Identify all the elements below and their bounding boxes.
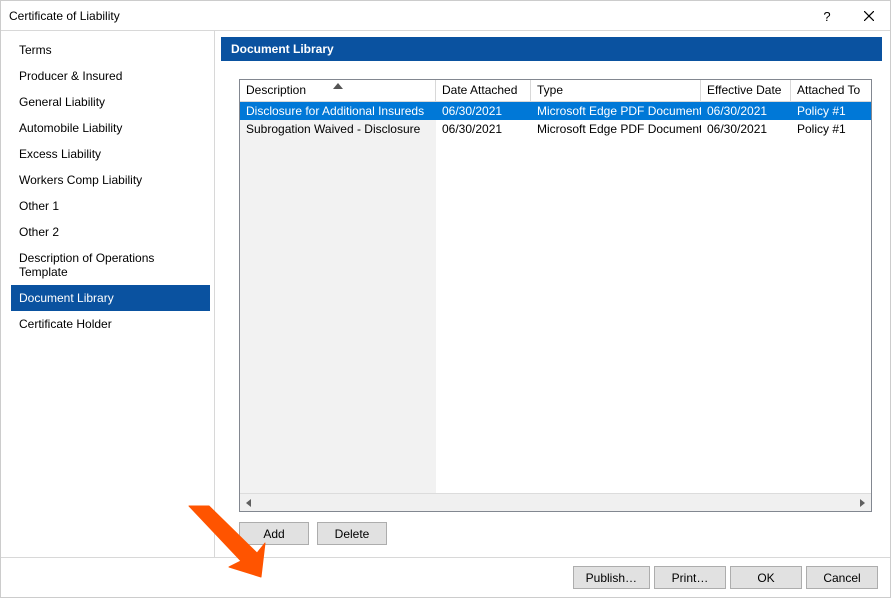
- cell-attached-to: Policy #1: [791, 103, 871, 119]
- sidebar-item-automobile-liability[interactable]: Automobile Liability: [11, 115, 210, 141]
- cell-type: Microsoft Edge PDF Document: [531, 103, 701, 119]
- cell-date-attached: 06/30/2021: [436, 103, 531, 119]
- content-area: Description Date Attached Type Effective…: [221, 61, 882, 549]
- cell-description: Disclosure for Additional Insureds: [240, 103, 436, 119]
- sort-asc-icon: [333, 80, 343, 92]
- table-buttons: Add Delete: [239, 512, 872, 545]
- sidebar-nav: TermsProducer & InsuredGeneral Liability…: [1, 31, 215, 557]
- dialog-body: TermsProducer & InsuredGeneral Liability…: [1, 31, 890, 557]
- close-icon: [864, 11, 874, 21]
- sidebar-item-general-liability[interactable]: General Liability: [11, 89, 210, 115]
- cell-effective-date: 06/30/2021: [701, 103, 791, 119]
- table-row[interactable]: Disclosure for Additional Insureds06/30/…: [240, 102, 871, 120]
- cell-effective-date: 06/30/2021: [701, 121, 791, 137]
- scroll-left-button[interactable]: [240, 494, 258, 512]
- publish-button[interactable]: Publish…: [573, 566, 650, 589]
- ok-button[interactable]: OK: [730, 566, 802, 589]
- scroll-track[interactable]: [258, 494, 853, 512]
- cell-date-attached: 06/30/2021: [436, 121, 531, 137]
- column-header-type[interactable]: Type: [531, 80, 701, 101]
- dialog-window: Certificate of Liability ? TermsProducer…: [0, 0, 891, 598]
- row-stripe-bg: [240, 102, 436, 493]
- cell-attached-to: Policy #1: [791, 121, 871, 137]
- main-panel: Document Library Description Date Attach…: [215, 31, 890, 557]
- table-row[interactable]: Subrogation Waived - Disclosure06/30/202…: [240, 120, 871, 138]
- column-header-effective-date[interactable]: Effective Date: [701, 80, 791, 101]
- window-title: Certificate of Liability: [9, 9, 120, 23]
- scroll-right-button[interactable]: [853, 494, 871, 512]
- sidebar-item-excess-liability[interactable]: Excess Liability: [11, 141, 210, 167]
- sidebar-item-other-2[interactable]: Other 2: [11, 219, 210, 245]
- column-header-description[interactable]: Description: [240, 80, 436, 101]
- sidebar-item-terms[interactable]: Terms: [11, 37, 210, 63]
- document-table: Description Date Attached Type Effective…: [239, 79, 872, 512]
- horizontal-scrollbar[interactable]: [240, 493, 871, 511]
- window-controls: ?: [806, 1, 890, 31]
- dialog-footer: Publish… Print… OK Cancel: [1, 557, 890, 597]
- titlebar: Certificate of Liability ?: [1, 1, 890, 31]
- table-body: Disclosure for Additional Insureds06/30/…: [240, 102, 871, 493]
- cell-description: Subrogation Waived - Disclosure: [240, 121, 436, 137]
- cancel-button[interactable]: Cancel: [806, 566, 878, 589]
- print-button[interactable]: Print…: [654, 566, 726, 589]
- sidebar-item-certificate-holder[interactable]: Certificate Holder: [11, 311, 210, 337]
- close-button[interactable]: [848, 1, 890, 31]
- table-header-row: Description Date Attached Type Effective…: [240, 80, 871, 102]
- sidebar-item-description-of-operations-template[interactable]: Description of Operations Template: [11, 245, 210, 285]
- column-header-attached-to[interactable]: Attached To: [791, 80, 871, 101]
- add-button[interactable]: Add: [239, 522, 309, 545]
- sidebar-item-workers-comp-liability[interactable]: Workers Comp Liability: [11, 167, 210, 193]
- sidebar-item-producer-insured[interactable]: Producer & Insured: [11, 63, 210, 89]
- column-header-date-attached[interactable]: Date Attached: [436, 80, 531, 101]
- cell-type: Microsoft Edge PDF Document: [531, 121, 701, 137]
- sidebar-item-document-library[interactable]: Document Library: [11, 285, 210, 311]
- delete-button[interactable]: Delete: [317, 522, 387, 545]
- help-button[interactable]: ?: [806, 1, 848, 31]
- section-header: Document Library: [221, 37, 882, 61]
- sidebar-item-other-1[interactable]: Other 1: [11, 193, 210, 219]
